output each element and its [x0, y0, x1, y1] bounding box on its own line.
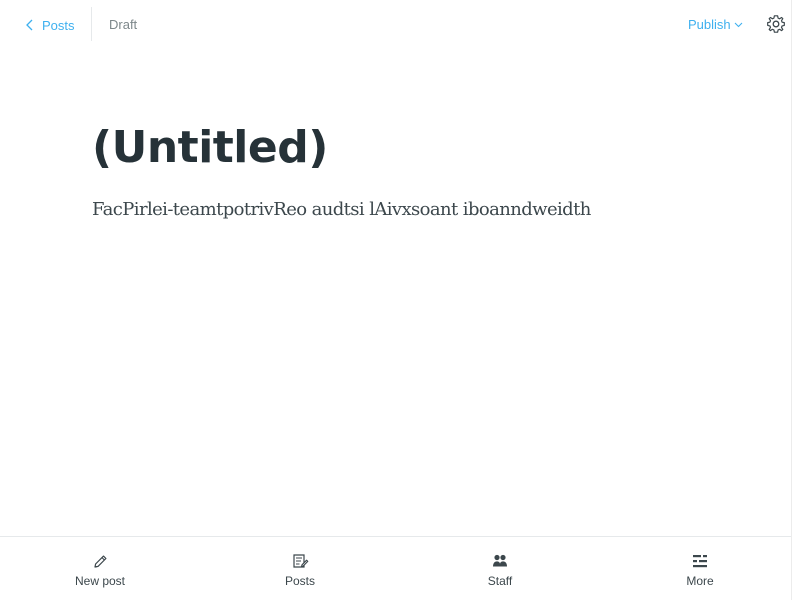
- publish-label: Publish: [688, 17, 731, 32]
- nav-new-post[interactable]: New post: [0, 537, 200, 600]
- post-body[interactable]: FacPirlei-teamtpotrivReo audtsi lAivxsoa…: [92, 199, 591, 220]
- post-status: Draft: [109, 17, 138, 32]
- vertical-scrollbar[interactable]: [791, 0, 800, 600]
- publish-menu-button[interactable]: Publish: [688, 17, 743, 32]
- staff-icon: [493, 554, 507, 567]
- header-divider: [91, 7, 92, 41]
- editor-header: Posts Draft Publish: [0, 0, 791, 50]
- post-title[interactable]: (Untitled): [92, 122, 328, 173]
- more-icon: [693, 555, 707, 568]
- gear-icon[interactable]: [766, 14, 786, 34]
- nav-label: More: [686, 574, 714, 588]
- nav-posts[interactable]: Posts: [200, 537, 400, 600]
- back-to-posts-link[interactable]: Posts: [24, 14, 75, 36]
- pencil-icon: [94, 555, 107, 568]
- nav-label: Posts: [284, 574, 315, 588]
- chevron-down-icon: [734, 22, 743, 28]
- nav-label: New post: [74, 574, 126, 588]
- editor-screen: Posts Draft Publish (Untitled) FacPirlei…: [0, 0, 800, 600]
- chevron-left-icon: [26, 19, 33, 31]
- nav-more[interactable]: More: [600, 537, 800, 600]
- back-link-label: Posts: [42, 17, 75, 33]
- nav-label: Staff: [487, 574, 513, 588]
- posts-icon: [293, 554, 309, 568]
- bottom-nav: New post Posts Staff More: [0, 536, 791, 600]
- nav-staff[interactable]: Staff: [400, 537, 600, 600]
